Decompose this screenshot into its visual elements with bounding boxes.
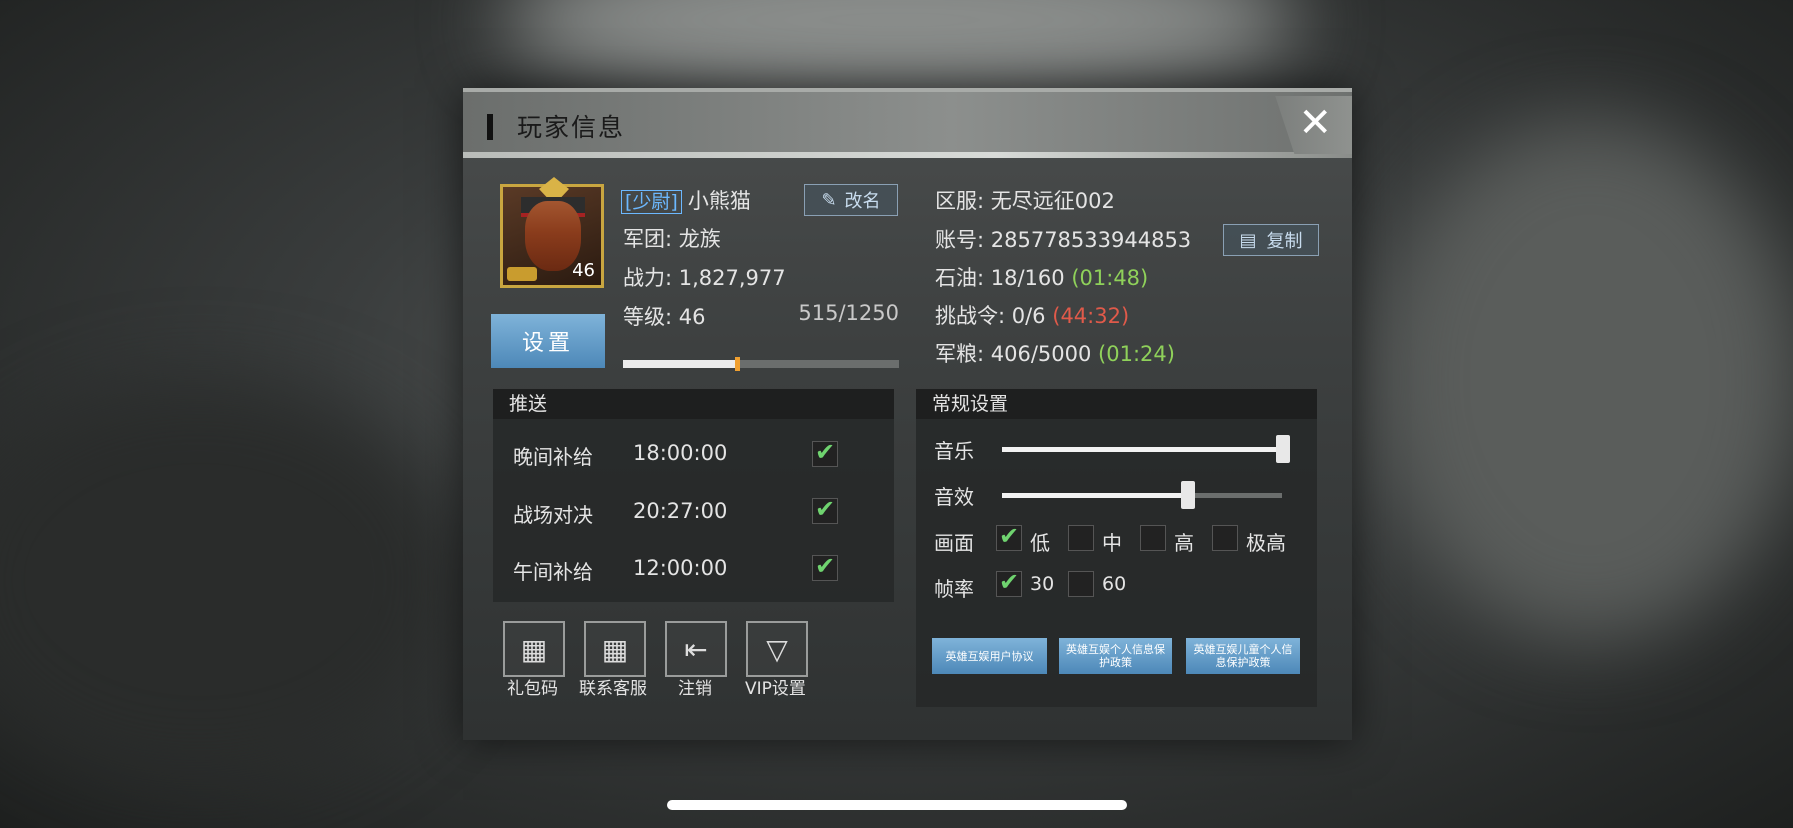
- push-section: 推送 晚间补给 18:00:00 战场对决 20:27:00 午间补给 12:0…: [493, 389, 894, 602]
- avatar[interactable]: 46: [500, 177, 604, 288]
- music-slider-fill: [1002, 435, 1290, 463]
- challenge-text: 挑战令: 0/6: [935, 304, 1046, 328]
- push-item-checkbox[interactable]: [812, 552, 838, 581]
- quality-high-label: 高: [1174, 531, 1194, 555]
- music-label: 音乐: [934, 439, 974, 463]
- vip-settings-button[interactable]: ▽: [746, 621, 808, 677]
- push-item-label: 战场对决: [513, 503, 593, 527]
- push-item-label: 晚间补给: [513, 445, 593, 469]
- settings-button[interactable]: 设置: [491, 314, 605, 368]
- quality-ultra-checkbox[interactable]: [1212, 525, 1238, 551]
- fps-60-checkbox[interactable]: [1068, 571, 1094, 597]
- push-item-time: 12:00:00: [633, 556, 728, 580]
- vip-shield-icon: ▽: [766, 632, 788, 666]
- dialog-titlebar: 玩家信息 ✕: [463, 88, 1352, 158]
- push-item-label: 午间补给: [513, 560, 593, 584]
- pencil-icon: ✎: [821, 189, 837, 211]
- sfx-slider[interactable]: [1002, 481, 1282, 509]
- avatar-level: 46: [572, 260, 595, 281]
- title-accent: [487, 114, 493, 140]
- home-indicator[interactable]: [667, 800, 1127, 810]
- exp-progress-bar: [623, 357, 899, 371]
- gift-code-label: 礼包码: [507, 679, 558, 699]
- challenge-row: 挑战令: 0/6 (44:32): [935, 300, 1129, 330]
- challenge-timer: (44:32): [1052, 304, 1130, 328]
- close-button[interactable]: ✕: [1275, 96, 1352, 154]
- general-settings-header: 常规设置: [916, 389, 1317, 419]
- vip-settings-label: VIP设置: [745, 679, 806, 699]
- quality-medium-label: 中: [1102, 531, 1122, 555]
- quality-low-checkbox[interactable]: [996, 522, 1022, 551]
- exp-progress-fill: [623, 357, 740, 371]
- quality-low-label: 低: [1030, 531, 1050, 555]
- rename-label: 改名: [844, 191, 881, 212]
- push-header: 推送: [493, 389, 894, 419]
- gift-code-button[interactable]: ▦: [503, 621, 565, 677]
- oil-text: 石油: 18/160: [935, 266, 1065, 290]
- support-button[interactable]: ▦: [584, 621, 646, 677]
- server-text: 区服: 无尽远征002: [935, 189, 1115, 213]
- general-settings-section: 常规设置 音乐 音效 画面 低 中 高 极高 帧率 30 60 英雄互娱用户协议…: [916, 389, 1317, 707]
- fps-30-checkbox[interactable]: [996, 568, 1022, 597]
- quality-medium-checkbox[interactable]: [1068, 525, 1094, 551]
- fps-30-label: 30: [1030, 573, 1055, 595]
- account-text: 账号: 285778533944853: [935, 228, 1192, 252]
- sfx-slider-handle[interactable]: [1180, 481, 1195, 509]
- power-text: 战力: 1,827,977: [623, 266, 786, 290]
- level-text: 等级: 46: [623, 305, 706, 329]
- food-timer: (01:24): [1098, 342, 1175, 366]
- exp-text: 515/1250: [798, 301, 899, 325]
- support-label: 联系客服: [579, 679, 647, 699]
- push-item-time: 20:27:00: [633, 499, 728, 523]
- push-item-checkbox[interactable]: [812, 438, 838, 467]
- background-blur-right: [1380, 120, 1793, 640]
- copy-label: 复制: [1266, 231, 1303, 252]
- rank-badge: [少尉]: [621, 190, 682, 214]
- legion-text: 军团: 龙族: [623, 227, 721, 251]
- fps-label: 帧率: [934, 577, 974, 601]
- quality-high-checkbox[interactable]: [1140, 525, 1166, 551]
- document-icon: ▤: [1239, 229, 1257, 251]
- support-box-icon: ▦: [601, 632, 629, 666]
- logout-button[interactable]: ⇤: [665, 621, 727, 677]
- tank-icon: [507, 267, 537, 281]
- player-name: 小熊猫: [687, 189, 751, 213]
- gift-box-icon: ▦: [520, 632, 548, 666]
- food-row: 军粮: 406/5000 (01:24): [935, 338, 1175, 368]
- music-slider[interactable]: [1002, 435, 1290, 463]
- quality-label: 画面: [934, 531, 974, 555]
- oil-row: 石油: 18/160 (01:48): [935, 262, 1148, 292]
- quality-ultra-label: 极高: [1246, 531, 1286, 555]
- player-name-row: [少尉] 小熊猫: [621, 185, 751, 215]
- rename-button[interactable]: ✎ 改名: [804, 184, 898, 216]
- push-item-checkbox[interactable]: [812, 495, 838, 524]
- player-info-dialog: 玩家信息 ✕ 46 设置 [少尉] 小熊猫 ✎ 改名 军团: 龙族 战力: 1,82…: [463, 88, 1352, 740]
- background-blur-top: [500, 0, 1300, 100]
- rank-crest-icon: [539, 177, 569, 197]
- privacy-policy-button[interactable]: 英雄互娱个人信息保护政策: [1059, 638, 1172, 674]
- logout-icon: ⇤: [684, 632, 708, 666]
- oil-timer: (01:48): [1071, 266, 1149, 290]
- dialog-title: 玩家信息: [517, 113, 626, 142]
- fps-60-label: 60: [1102, 573, 1127, 595]
- push-item-time: 18:00:00: [633, 441, 728, 465]
- sfx-label: 音效: [934, 485, 974, 509]
- food-text: 军粮: 406/5000: [935, 342, 1092, 366]
- logout-label: 注销: [678, 679, 712, 699]
- title-stripe: [463, 152, 1352, 158]
- background-blur-left: [0, 380, 460, 780]
- child-privacy-policy-button[interactable]: 英雄互娱儿童个人信息保护政策: [1186, 638, 1300, 674]
- sfx-slider-fill: [1002, 481, 1195, 509]
- music-slider-handle[interactable]: [1276, 435, 1290, 463]
- close-icon[interactable]: ✕: [1298, 100, 1332, 146]
- copy-button[interactable]: ▤ 复制: [1223, 224, 1319, 256]
- user-agreement-button[interactable]: 英雄互娱用户协议: [932, 638, 1047, 674]
